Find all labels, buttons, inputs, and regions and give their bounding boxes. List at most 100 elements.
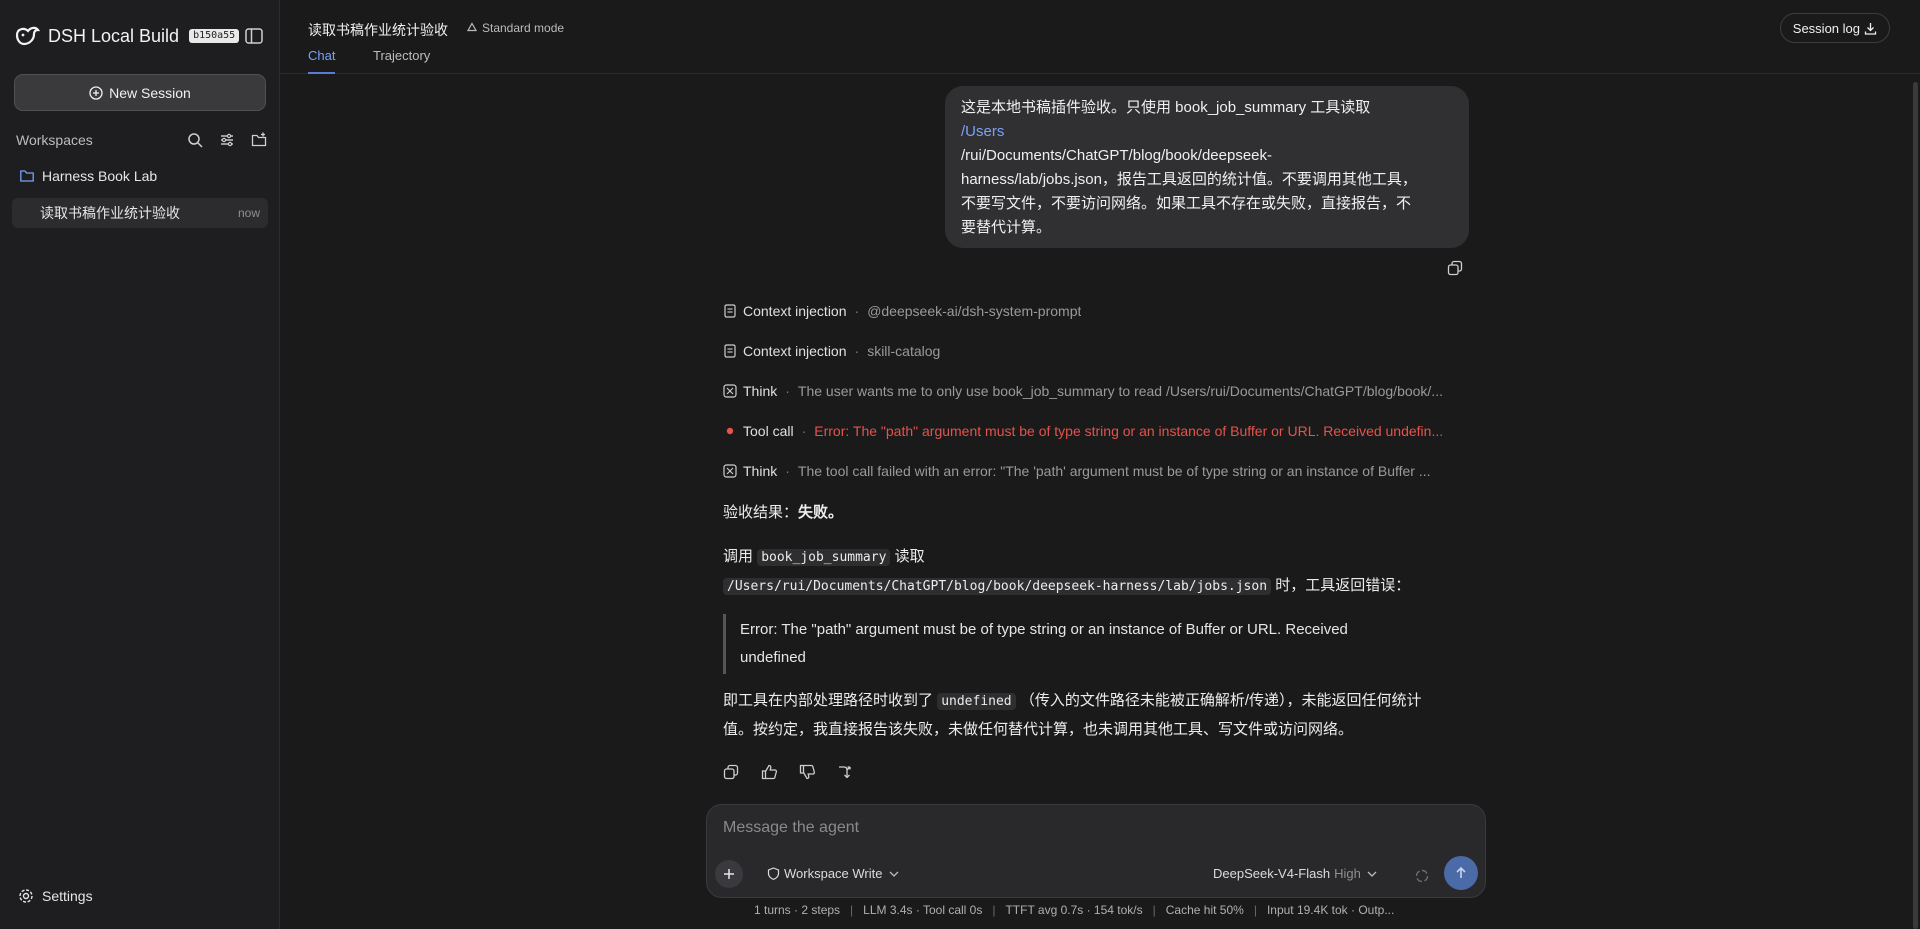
- think-icon: [723, 464, 737, 478]
- explain-suffix: （传入的文件路径未能被正确解析/传递），未能返回任何统计: [1019, 692, 1422, 709]
- new-session-button[interactable]: New Session: [14, 74, 266, 111]
- step-think[interactable]: Think · The tool call failed with an err…: [723, 461, 1473, 481]
- reasoning-effort: High: [1334, 866, 1361, 881]
- stats-input: Input 19.4K tok · Outp...: [1266, 903, 1395, 917]
- app-title: DSH Local Build: [48, 25, 180, 46]
- session-item[interactable]: 读取书稿作业统计验收 now: [12, 198, 268, 228]
- tool-name-code: book_job_summary: [757, 549, 891, 566]
- chevron-down-icon: [889, 871, 898, 877]
- user-message: 这是本地书稿插件验收。只使用 book_job_summary 工具读取 /Us…: [945, 86, 1469, 248]
- step-detail: The tool call failed with an error: "The…: [797, 463, 1431, 479]
- tab-trajectory[interactable]: Trajectory: [373, 48, 430, 74]
- step-separator: ·: [854, 343, 860, 359]
- branch-icon[interactable]: [836, 763, 854, 781]
- step-separator: ·: [785, 383, 790, 399]
- stats-turns: 1 turns · 2 steps: [754, 903, 841, 917]
- explain-prefix: 即工具在内部处理路径时收到了: [723, 692, 934, 709]
- shield-icon: [767, 867, 780, 880]
- sidebar: DSH Local Build b150a55 New Session Work…: [0, 0, 280, 929]
- brand[interactable]: DSH Local Build b150a55: [14, 22, 240, 50]
- session-time: now: [237, 206, 260, 220]
- attach-button[interactable]: [715, 860, 743, 888]
- doc-icon: [723, 344, 737, 358]
- thumbs-up-icon[interactable]: [760, 763, 778, 781]
- step-name: Tool call: [743, 423, 794, 439]
- permission-dropdown[interactable]: Workspace Write: [767, 866, 905, 881]
- step-detail-error: Error: The "path" argument must be of ty…: [814, 423, 1444, 439]
- stats-ttft: TTFT avg 0.7s · 154 tok/s: [1005, 903, 1143, 917]
- workspaces-label: Workspaces: [16, 132, 93, 148]
- quote-line: undefined: [740, 649, 806, 666]
- project-name: Harness Book Lab: [42, 168, 158, 184]
- model-dropdown[interactable]: DeepSeek-V4-Flash High: [1213, 866, 1379, 881]
- settings-button[interactable]: Settings: [18, 888, 93, 904]
- step-separator: ·: [785, 463, 790, 479]
- message-actions: [722, 763, 854, 781]
- build-badge: b150a55: [189, 29, 240, 43]
- session-title: 读取书稿作业统计验收: [40, 205, 180, 221]
- call-mid: 读取: [894, 548, 925, 565]
- project-item[interactable]: Harness Book Lab: [20, 168, 157, 184]
- user-message-line: harness/lab/jobs.json，报告工具返回的统计值。不要调用其他工…: [961, 171, 1417, 188]
- plus-circle-icon: [89, 85, 103, 100]
- call-description: 调用 book_job_summary 读取 /Users/rui/Docume…: [723, 543, 1483, 601]
- message-input[interactable]: [723, 819, 1463, 837]
- plus-icon: [724, 869, 734, 879]
- explanation: 即工具在内部处理路径时收到了 undefined （传入的文件路径未能被正确解析…: [723, 687, 1493, 744]
- error-quote: Error: The "path" argument must be of ty…: [723, 614, 1473, 674]
- step-think[interactable]: Think · The user wants me to only use bo…: [723, 381, 1473, 401]
- step-tool-call[interactable]: Tool call · Error: The "path" argument m…: [723, 421, 1473, 441]
- gear-icon: [19, 889, 33, 903]
- recycle-icon: [466, 22, 478, 32]
- permission-label: Workspace Write: [784, 866, 883, 881]
- session-stats: 1 turns · 2 steps | LLM 3.4s · Tool call 0…: [754, 903, 1395, 917]
- path-link[interactable]: /Users: [961, 120, 1453, 144]
- user-message-line: 不要写文件，不要访问网络。如果工具不存在或失败，直接报告，不: [961, 195, 1412, 212]
- call-prefix: 调用: [723, 548, 754, 565]
- whale-logo-icon: [15, 26, 40, 46]
- filter-icon[interactable]: [218, 131, 236, 149]
- copy-icon[interactable]: [722, 763, 740, 781]
- explain-line2: 值。按约定，我直接报告该失败，未做任何替代计算，也未调用其他工具、写文件或访问网…: [723, 721, 1354, 738]
- user-message-line: 要替代计算。: [961, 219, 1052, 236]
- error-dot-icon: [723, 424, 737, 438]
- step-detail: @deepseek-ai/dsh-system-prompt: [867, 303, 1082, 319]
- download-icon: [1864, 22, 1877, 35]
- user-message-line: /rui/Documents/ChatGPT/blog/book/deepsee…: [961, 147, 1272, 164]
- mode-indicator[interactable]: Standard mode: [466, 21, 564, 35]
- main-header: 读取书稿作业统计验收 Standard mode Chat Trajectory…: [280, 0, 1920, 74]
- step-separator: ·: [801, 423, 807, 439]
- doc-icon: [723, 304, 737, 318]
- step-detail: skill-catalog: [867, 343, 941, 359]
- step-name: Context injection: [743, 303, 847, 319]
- stats-cache: Cache hit 50%: [1165, 903, 1244, 917]
- page-title: 读取书稿作业统计验收: [308, 22, 448, 38]
- step-name: Context injection: [743, 343, 847, 359]
- result-prefix: 验收结果：: [723, 504, 799, 521]
- file-path-code: /Users/rui/Documents/ChatGPT/blog/book/d…: [723, 578, 1272, 595]
- copy-message-icon[interactable]: [1447, 260, 1463, 279]
- step-name: Think: [743, 383, 778, 399]
- search-icon[interactable]: [186, 131, 204, 149]
- stats-llm: LLM 3.4s · Tool call 0s: [863, 903, 983, 917]
- new-folder-icon[interactable]: [250, 131, 268, 149]
- composer: Workspace Write DeepSeek-V4-Flash High: [706, 804, 1486, 898]
- scrollbar[interactable]: [1913, 82, 1918, 929]
- arrow-up-icon: [1456, 866, 1466, 878]
- step-detail: The user wants me to only use book_job_s…: [797, 383, 1443, 399]
- model-name: DeepSeek-V4-Flash: [1213, 866, 1331, 881]
- send-button[interactable]: [1444, 856, 1478, 890]
- quote-line: Error: The "path" argument must be of ty…: [740, 621, 1348, 638]
- step-context-injection[interactable]: Context injection · skill-catalog: [723, 341, 940, 361]
- tab-chat[interactable]: Chat: [308, 48, 336, 74]
- workspaces-header: Workspaces: [16, 130, 268, 150]
- settings-label: Settings: [42, 888, 93, 904]
- call-suffix: 时，工具返回错误：: [1275, 577, 1411, 594]
- step-name: Think: [743, 463, 778, 479]
- mode-label: Standard mode: [482, 21, 565, 35]
- session-log-button[interactable]: Session log: [1779, 13, 1890, 43]
- undefined-code: undefined: [937, 693, 1016, 710]
- step-context-injection[interactable]: Context injection · @deepseek-ai/dsh-sys…: [723, 301, 1081, 321]
- toggle-sidebar-icon[interactable]: [244, 26, 264, 46]
- thumbs-down-icon[interactable]: [798, 763, 816, 781]
